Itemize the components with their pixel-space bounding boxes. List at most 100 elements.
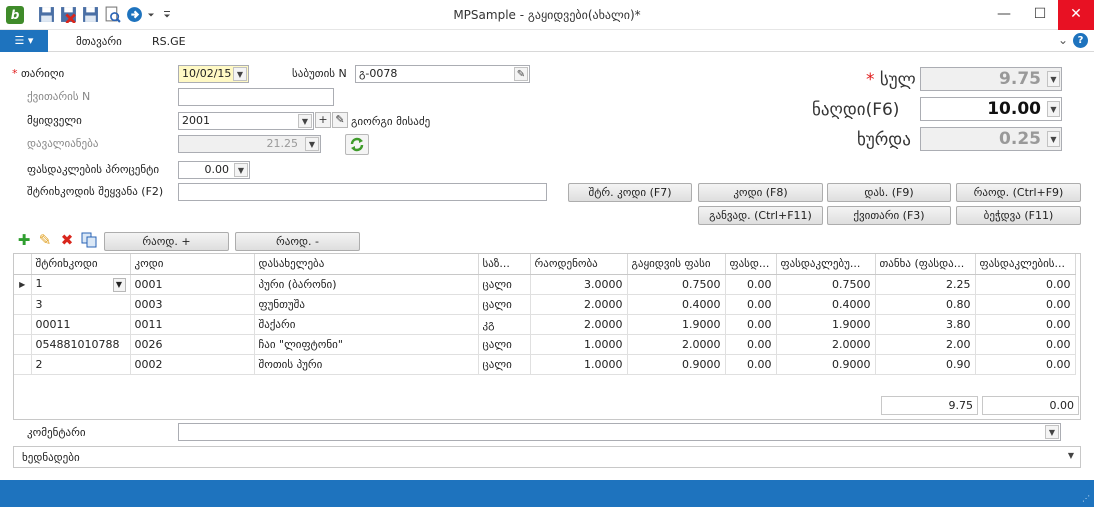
add-row-icon[interactable]: ✚: [16, 232, 32, 248]
table-cell[interactable]: 0.00: [725, 314, 777, 335]
column-header[interactable]: შტრიხკოდი: [31, 254, 131, 275]
discount-percent-field[interactable]: 0.00 ▼: [178, 161, 250, 179]
table-row[interactable]: 3 0003 ფუნთუშა ცალი 2.0000 0.4000 0.00 0…: [14, 294, 1076, 315]
table-cell[interactable]: ფუნთუშა: [254, 294, 479, 315]
table-cell[interactable]: ცალი: [478, 334, 531, 355]
barcode-input-field[interactable]: [178, 183, 547, 201]
quantity-plus-button[interactable]: რაოდ. +: [104, 232, 229, 251]
table-cell[interactable]: შაქარი: [254, 314, 479, 335]
table-cell[interactable]: 0.00: [975, 294, 1076, 315]
chevron-down-icon[interactable]: ▼: [1045, 425, 1059, 439]
file-menu-button[interactable]: ☰ ▾: [0, 30, 48, 52]
table-cell[interactable]: 0.4000: [776, 294, 876, 315]
installment-button[interactable]: განვად. (Ctrl+F11): [698, 206, 823, 225]
table-cell[interactable]: 2.00: [875, 334, 976, 355]
table-cell[interactable]: 1.0000: [530, 334, 628, 355]
wand-icon[interactable]: ✎: [514, 67, 528, 81]
table-cell[interactable]: ცალი: [478, 294, 531, 315]
table-cell[interactable]: 0002: [130, 354, 255, 375]
barcode-search-button[interactable]: შტრ. კოდი (F7): [568, 183, 692, 202]
date-field[interactable]: 10/02/15 ▼: [178, 65, 249, 83]
chevron-down-icon[interactable]: ▼: [112, 277, 126, 292]
table-cell[interactable]: ჩაი "ლიფტონი": [254, 334, 479, 355]
tab-main[interactable]: მთავარი: [76, 35, 122, 48]
table-cell[interactable]: 0.00: [975, 354, 1076, 375]
column-header[interactable]: საზ...: [478, 254, 531, 275]
table-cell[interactable]: 0.00: [975, 314, 1076, 335]
table-cell[interactable]: 2.25: [875, 274, 976, 295]
table-cell[interactable]: 2: [31, 354, 131, 375]
column-header[interactable]: რაოდენობა: [530, 254, 628, 275]
refresh-button[interactable]: [345, 134, 369, 155]
table-cell[interactable]: 0.7500: [627, 274, 726, 295]
minimize-button[interactable]: —: [986, 0, 1022, 30]
table-row[interactable]: 00011 0011 შაქარი კგ 2.0000 1.9000 0.00 …: [14, 314, 1076, 335]
chevron-down-icon[interactable]: ▼: [1047, 101, 1060, 117]
table-cell[interactable]: ცალი: [478, 354, 531, 375]
table-cell[interactable]: კგ: [478, 314, 531, 335]
table-cell[interactable]: 1.0000: [530, 354, 628, 375]
table-cell[interactable]: 0.00: [725, 274, 777, 295]
table-cell[interactable]: 0.00: [725, 294, 777, 315]
table-cell[interactable]: 1 ▼: [31, 274, 131, 295]
maximize-button[interactable]: ☐: [1022, 0, 1058, 30]
table-cell[interactable]: 0001: [130, 274, 255, 295]
chevron-down-icon[interactable]: ▼: [305, 137, 319, 151]
cash-field[interactable]: 10.00 ▼: [920, 97, 1062, 121]
table-cell[interactable]: 2.0000: [530, 294, 628, 315]
delete-row-icon[interactable]: ✖: [59, 232, 75, 248]
column-header[interactable]: ფასდაკლების...: [975, 254, 1076, 275]
table-cell[interactable]: 0.00: [725, 354, 777, 375]
table-cell[interactable]: 0.00: [975, 334, 1076, 355]
print-button[interactable]: ბეჭდვა (F11): [956, 206, 1081, 225]
chevron-down-icon[interactable]: ▼: [1047, 131, 1060, 147]
table-cell[interactable]: 1.9000: [627, 314, 726, 335]
collapse-ribbon-icon[interactable]: ⌄: [1058, 33, 1068, 47]
table-cell[interactable]: ცალი: [478, 274, 531, 295]
chevron-down-icon[interactable]: ▼: [1047, 71, 1060, 87]
table-row[interactable]: ▶ 1 ▼ 0001 პური (ბარონი) ცალი 3.0000 0.75…: [14, 274, 1076, 295]
column-header[interactable]: ფასდ...: [725, 254, 777, 275]
quantity-button[interactable]: რაოდ. (Ctrl+F9): [956, 183, 1081, 202]
table-cell[interactable]: 0.00: [975, 274, 1076, 295]
column-header[interactable]: ფასდაკლებუ...: [776, 254, 876, 275]
chevron-down-icon[interactable]: ▼: [1068, 451, 1074, 460]
table-cell[interactable]: 0.90: [875, 354, 976, 375]
details-panel[interactable]: ხედნადები ▼: [13, 446, 1081, 468]
table-cell[interactable]: 00011: [31, 314, 131, 335]
edit-row-icon[interactable]: ✎: [37, 232, 53, 248]
table-cell[interactable]: 1.9000: [776, 314, 876, 335]
chevron-down-icon[interactable]: ▼: [233, 67, 247, 81]
doc-number-field[interactable]: გ-0078 ✎: [355, 65, 530, 83]
table-cell[interactable]: 3.0000: [530, 274, 628, 295]
table-cell[interactable]: 3.80: [875, 314, 976, 335]
table-cell[interactable]: 054881010788: [31, 334, 131, 355]
table-row[interactable]: 2 0002 შოთის პური ცალი 1.0000 0.9000 0.0…: [14, 354, 1076, 375]
chevron-down-icon[interactable]: ▼: [234, 163, 248, 177]
table-cell[interactable]: შოთის პური: [254, 354, 479, 375]
table-cell[interactable]: 0.9000: [627, 354, 726, 375]
table-cell[interactable]: 0026: [130, 334, 255, 355]
receipt-button[interactable]: ქვითარი (F3): [827, 206, 951, 225]
table-cell[interactable]: 0.7500: [776, 274, 876, 295]
close-button[interactable]: ✕: [1058, 0, 1094, 30]
receipt-field[interactable]: [178, 88, 334, 106]
table-cell[interactable]: პური (ბარონი): [254, 274, 479, 295]
comment-field[interactable]: ▼: [178, 423, 1061, 441]
table-cell[interactable]: 0.4000: [627, 294, 726, 315]
table-cell[interactable]: 0.9000: [776, 354, 876, 375]
table-cell[interactable]: 0.00: [725, 334, 777, 355]
table-cell[interactable]: 0011: [130, 314, 255, 335]
code-search-button[interactable]: კოდი (F8): [698, 183, 823, 202]
resize-grip-icon[interactable]: ⋰: [1082, 494, 1090, 503]
column-header[interactable]: გაყიდვის ფასი: [627, 254, 726, 275]
name-search-button[interactable]: დას. (F9): [827, 183, 951, 202]
column-header[interactable]: დასახელება: [254, 254, 479, 275]
chevron-down-icon[interactable]: ▼: [298, 114, 312, 128]
help-icon[interactable]: ?: [1073, 33, 1088, 48]
table-row[interactable]: 054881010788 0026 ჩაი "ლიფტონი" ცალი 1.0…: [14, 334, 1076, 355]
add-buyer-button[interactable]: +: [315, 112, 331, 128]
table-cell[interactable]: 2.0000: [530, 314, 628, 335]
tab-rsge[interactable]: RS.GE: [152, 35, 186, 48]
table-cell[interactable]: 0.80: [875, 294, 976, 315]
